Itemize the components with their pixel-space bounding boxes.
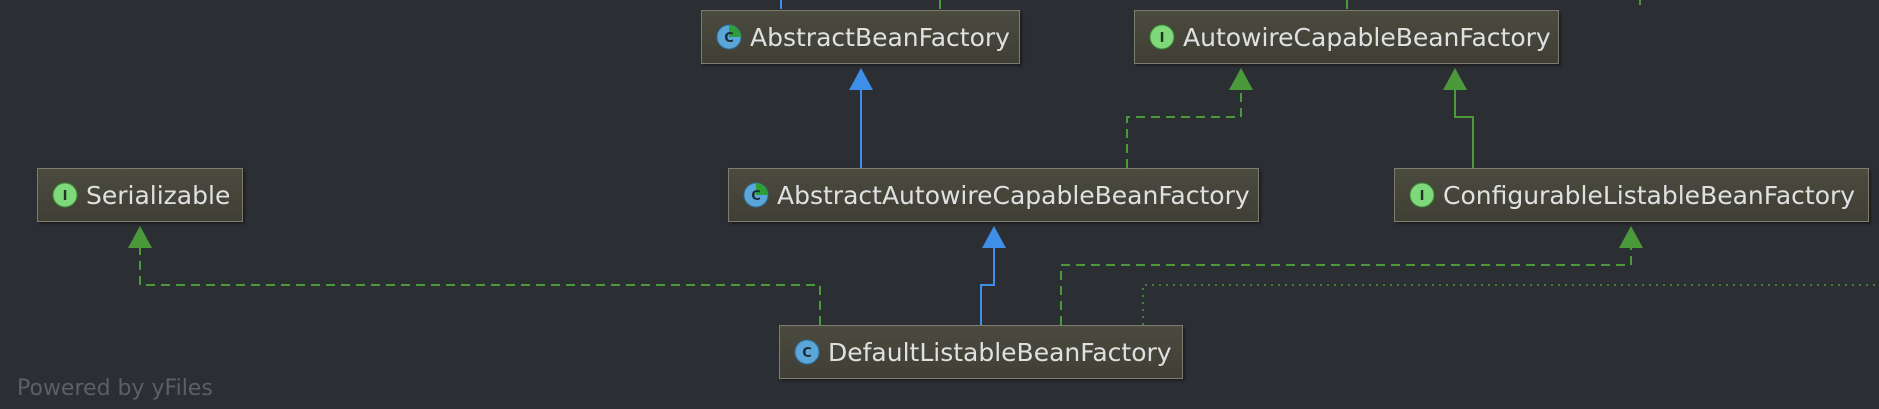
edge-dlbf-implements-serializable: [128, 226, 821, 325]
svg-text:C: C: [751, 189, 761, 204]
node-label: Serializable: [86, 180, 231, 210]
interface-icon: I: [1409, 182, 1435, 208]
abstract-class-icon: C: [716, 24, 742, 50]
node-abstract-autowire-capable-bean-factory[interactable]: C AbstractAutowireCapableBeanFactory: [728, 168, 1259, 222]
node-label: AbstractBeanFactory: [750, 22, 1010, 52]
edge-dlbf-implements-clbf: [1060, 226, 1643, 325]
node-label: AbstractAutowireCapableBeanFactory: [777, 180, 1250, 210]
node-configurable-listable-bean-factory[interactable]: I ConfigurableListableBeanFactory: [1394, 168, 1869, 222]
edge-clbf-extends-acbf: [1443, 68, 1474, 168]
edge-dotted-dependency: [1142, 284, 1879, 325]
svg-text:I: I: [1160, 31, 1165, 46]
abstract-class-icon: C: [743, 182, 769, 208]
edge-aacbf-extends-abf: [849, 68, 873, 168]
node-serializable[interactable]: I Serializable: [37, 168, 243, 222]
uml-diagram-canvas: C AbstractBeanFactory I AutowireCapableB…: [0, 0, 1879, 409]
svg-text:I: I: [1420, 189, 1425, 204]
node-default-listable-bean-factory[interactable]: C DefaultListableBeanFactory: [779, 325, 1183, 379]
node-label: ConfigurableListableBeanFactory: [1443, 180, 1856, 210]
edge-dlbf-extends-aacbf: [980, 226, 1006, 325]
node-label: AutowireCapableBeanFactory: [1183, 22, 1551, 52]
edge-aacbf-implements-acbf: [1126, 68, 1253, 168]
svg-text:C: C: [802, 346, 812, 361]
interface-icon: I: [52, 182, 78, 208]
svg-text:C: C: [724, 31, 734, 46]
node-label: DefaultListableBeanFactory: [828, 337, 1172, 367]
node-autowire-capable-bean-factory[interactable]: I AutowireCapableBeanFactory: [1134, 10, 1559, 64]
interface-icon: I: [1149, 24, 1175, 50]
class-icon: C: [794, 339, 820, 365]
yfiles-watermark: Powered by yFiles: [17, 376, 213, 401]
svg-text:I: I: [63, 189, 68, 204]
node-abstract-bean-factory[interactable]: C AbstractBeanFactory: [701, 10, 1020, 64]
